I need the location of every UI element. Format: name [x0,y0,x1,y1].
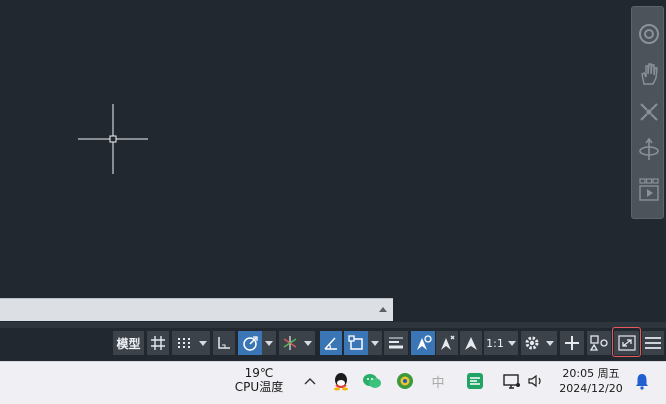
ime-icon[interactable]: 中 [428,370,448,392]
polar-icon[interactable] [238,331,262,355]
wps-icon[interactable] [465,370,485,392]
object-snap-icon[interactable] [344,331,368,355]
volume-icon[interactable] [526,370,546,392]
command-line[interactable] [0,298,393,321]
plus-icon[interactable] [560,331,584,355]
weather-temperature: 19℃ [244,366,274,380]
workspace-dropdown[interactable] [543,331,557,355]
clock-time: 20:05 周五 [562,367,620,380]
wechat-icon[interactable] [362,370,382,392]
gear-icon[interactable] [521,331,543,355]
crosshair-cursor [78,104,148,174]
fullscreen-highlight [612,327,641,357]
autoscale-icon[interactable] [436,331,458,355]
navigation-bar [631,6,664,219]
object-snap-dropdown[interactable] [368,331,382,355]
isodraft-icon[interactable] [279,331,301,355]
notification-bell-icon[interactable] [632,370,652,392]
chevron-up-icon[interactable] [300,370,320,392]
chevron-down-icon [371,340,379,346]
snap-icon[interactable] [172,331,196,355]
annotation-scale-dropdown[interactable]: 1:1 [484,331,518,355]
model-space-button[interactable]: 模型 [113,331,144,355]
chevron-down-icon [199,340,207,346]
monitor-icon[interactable] [502,370,522,392]
orbit-icon[interactable] [634,133,663,167]
chevron-down-icon [265,340,273,346]
chevron-down-icon [304,340,312,346]
osnap-track-icon[interactable] [320,331,342,355]
lineweight-icon[interactable] [384,331,408,355]
hamburger-menu-icon[interactable] [642,331,664,355]
chevron-down-icon [546,340,554,346]
command-history-expand-icon[interactable] [379,307,387,312]
system-clock[interactable]: 20:05 周五 2024/12/20 [556,366,626,396]
qq-icon[interactable] [331,370,351,392]
isodraft-dropdown[interactable] [301,331,315,355]
pan-hand-icon[interactable] [634,57,663,91]
grid-icon[interactable] [147,331,169,355]
chevron-down-icon [507,340,516,346]
snap-dropdown[interactable] [196,331,210,355]
weather-label: CPU温度 [234,380,284,394]
zoom-icon[interactable] [634,95,663,129]
annotation-monitor-icon[interactable] [411,331,435,355]
annotation-visibility-icon[interactable] [460,331,482,355]
isolate-icon[interactable] [587,331,611,355]
weather-widget[interactable]: 19℃ CPU温度 [226,366,292,394]
steering-wheel-icon[interactable] [634,17,663,51]
ortho-icon[interactable] [213,331,235,355]
app-icon[interactable] [395,370,415,392]
clock-date: 2024/12/20 [559,382,623,395]
drawing-canvas[interactable] [0,0,666,322]
showmotion-icon[interactable] [634,173,663,207]
polar-dropdown[interactable] [262,331,276,355]
